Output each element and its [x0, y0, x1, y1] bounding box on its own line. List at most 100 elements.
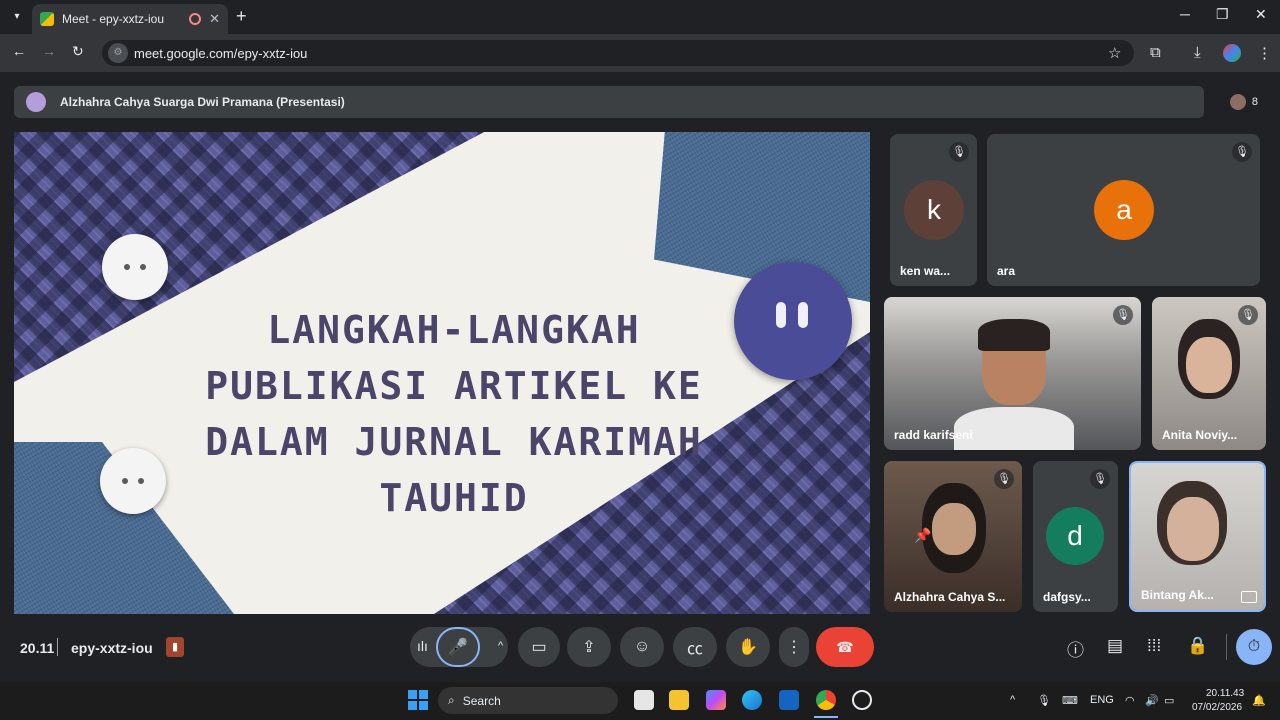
raise-hand-button[interactable]: ✋ — [726, 627, 770, 667]
tab-title: Meet - epy-xxtz-iou — [62, 12, 165, 26]
address-bar[interactable]: ⚙ meet.google.com/epy-xxtz-iou — [102, 40, 1134, 66]
chatgpt-icon[interactable] — [852, 690, 872, 710]
tab-menu-icon[interactable]: ▾ — [8, 8, 26, 26]
forward-icon[interactable]: → — [42, 43, 56, 59]
participant-avatar: k — [904, 180, 964, 240]
mic-icon: 🎤 — [448, 639, 468, 656]
wifi-icon[interactable]: ◠ — [1125, 694, 1135, 707]
meeting-details-icon[interactable]: ▮ — [166, 637, 184, 657]
tab-close-icon[interactable]: ✕ — [209, 11, 220, 27]
participant-tile[interactable]: 🎙 radd karifseni — [884, 297, 1141, 450]
button-decoration-icon — [102, 234, 168, 300]
meeting-code: epy-xxtz-iou — [71, 640, 153, 656]
divider — [57, 638, 58, 656]
search-label: Search — [462, 693, 501, 708]
participant-avatar: d — [1046, 507, 1104, 565]
timer-button[interactable]: ⏱ — [1236, 629, 1272, 665]
battery-icon[interactable]: ▭ — [1164, 694, 1174, 707]
windows-start-icon[interactable] — [408, 690, 428, 710]
person-hair — [978, 319, 1050, 351]
mic-off-icon: 🎙 — [1113, 305, 1133, 325]
participant-tile-active[interactable]: Bintang Ak... — [1129, 461, 1266, 612]
divider — [1226, 634, 1227, 660]
chat-icon[interactable]: ▤ — [1107, 636, 1123, 656]
site-info-icon[interactable]: ⚙ — [108, 43, 128, 63]
maximize-button[interactable]: ❐ — [1216, 6, 1229, 23]
chevron-up-icon[interactable]: ^ — [498, 640, 503, 652]
captions-icon: ㏄ — [686, 641, 703, 658]
tray-overflow-icon[interactable]: ^ — [1010, 694, 1015, 706]
chrome-icon[interactable] — [816, 690, 836, 710]
present-button[interactable]: ⇪ — [567, 627, 611, 667]
volume-icon[interactable]: 🔊 — [1145, 694, 1159, 707]
big-button-decoration-icon — [734, 262, 852, 380]
file-explorer-icon[interactable] — [669, 690, 689, 710]
close-window-button[interactable]: ✕ — [1255, 6, 1267, 23]
tray-clock-date[interactable]: 07/02/2026 — [1192, 702, 1242, 713]
person-face — [1167, 497, 1219, 561]
participant-name: Anita Noviy... — [1162, 428, 1238, 442]
more-icon[interactable]: ⋮ — [1257, 44, 1272, 62]
end-call-button[interactable]: ☎ — [816, 627, 874, 667]
camera-button[interactable]: ▭ — [518, 627, 560, 667]
participant-count: 8 — [1251, 96, 1258, 108]
emoji-button[interactable]: ☺ — [620, 627, 664, 667]
back-icon[interactable]: ← — [12, 43, 26, 59]
participant-name: ara — [997, 264, 1016, 278]
participant-tile[interactable]: a 🎙 ara — [987, 134, 1260, 286]
presentation-bar: Alzhahra Cahya Suarga Dwi Pramana (Prese… — [14, 86, 1204, 118]
participant-name: Bintang Ak... — [1141, 588, 1214, 602]
edge-icon[interactable] — [742, 690, 762, 710]
more-options-button[interactable]: ⋮ — [779, 627, 809, 667]
captions-button[interactable]: ㏄ — [673, 627, 717, 667]
notification-icon[interactable]: 🔔 — [1252, 694, 1266, 707]
end-call-icon: ☎ — [836, 638, 854, 655]
presenter-label: Alzhahra Cahya Suarga Dwi Pramana (Prese… — [60, 95, 345, 109]
participant-tile[interactable]: 🎙 Anita Noviy... — [1152, 297, 1266, 450]
participant-avatar: a — [1094, 180, 1154, 240]
person-face — [1186, 337, 1232, 393]
participants-avatar-icon — [1229, 94, 1246, 110]
browser-tab[interactable]: Meet - epy-xxtz-iou ✕ — [32, 4, 228, 34]
extensions-icon[interactable]: ⧉ — [1150, 44, 1161, 61]
participant-tile[interactable]: 📌 🎙 Alzhahra Cahya S... — [884, 461, 1022, 612]
participant-tile[interactable]: d 🎙 dafgsy... — [1033, 461, 1118, 612]
mic-button[interactable]: 🎤 — [436, 627, 480, 667]
taskbar-search[interactable]: ⌕ Search — [438, 687, 618, 714]
activities-icon[interactable]: ⁞⁞⁞ — [1147, 636, 1161, 656]
host-controls-icon[interactable]: 🔒 — [1187, 636, 1208, 656]
profile-avatar[interactable] — [1223, 44, 1241, 62]
tray-keyboard-icon: ⌨ — [1062, 695, 1078, 707]
minimize-button[interactable]: ─ — [1180, 6, 1190, 22]
present-icon: ⇪ — [582, 639, 596, 656]
participants-button[interactable]: 8 — [1216, 88, 1266, 116]
url-text: meet.google.com/epy-xxtz-iou — [134, 45, 308, 61]
mic-off-icon: 🎙 — [1090, 469, 1110, 489]
meet-favicon-icon — [40, 12, 54, 26]
participant-name: ken wa... — [900, 264, 951, 278]
app-icon[interactable] — [779, 690, 799, 710]
mic-off-icon: 🎙 — [994, 469, 1014, 489]
download-icon[interactable]: ⤓ — [1194, 44, 1201, 61]
bookmark-star-icon[interactable]: ☆ — [1108, 44, 1121, 62]
participant-tile[interactable]: k 🎙 ken wa... — [890, 134, 977, 286]
tray-clock-time[interactable]: 20.11.43 — [1206, 688, 1244, 699]
copilot-icon[interactable] — [706, 690, 726, 710]
pip-icon[interactable] — [1241, 591, 1257, 603]
slide-title: LANGKAH-LANGKAH PUBLIKASI ARTIKEL KE DAL… — [205, 308, 703, 520]
search-icon: ⌕ — [448, 693, 455, 707]
mic-off-icon: 🎙 — [949, 142, 969, 162]
presenter-avatar — [26, 92, 46, 112]
reload-icon[interactable]: ↻ — [72, 43, 84, 60]
raise-hand-icon: ✋ — [738, 639, 758, 656]
task-view-icon[interactable] — [634, 690, 654, 710]
mic-off-icon: 🎙 — [1238, 305, 1258, 325]
mic-off-icon: 🎙 — [1232, 142, 1252, 162]
info-icon[interactable]: ⓘ — [1067, 636, 1084, 661]
emoji-icon: ☺ — [633, 638, 651, 655]
audio-level-icon: ılı — [417, 638, 428, 654]
new-tab-button[interactable]: + — [236, 6, 247, 27]
pin-icon[interactable]: 📌 — [914, 527, 931, 544]
language-indicator[interactable]: ENG — [1090, 694, 1114, 706]
camera-icon: ▭ — [531, 639, 547, 656]
